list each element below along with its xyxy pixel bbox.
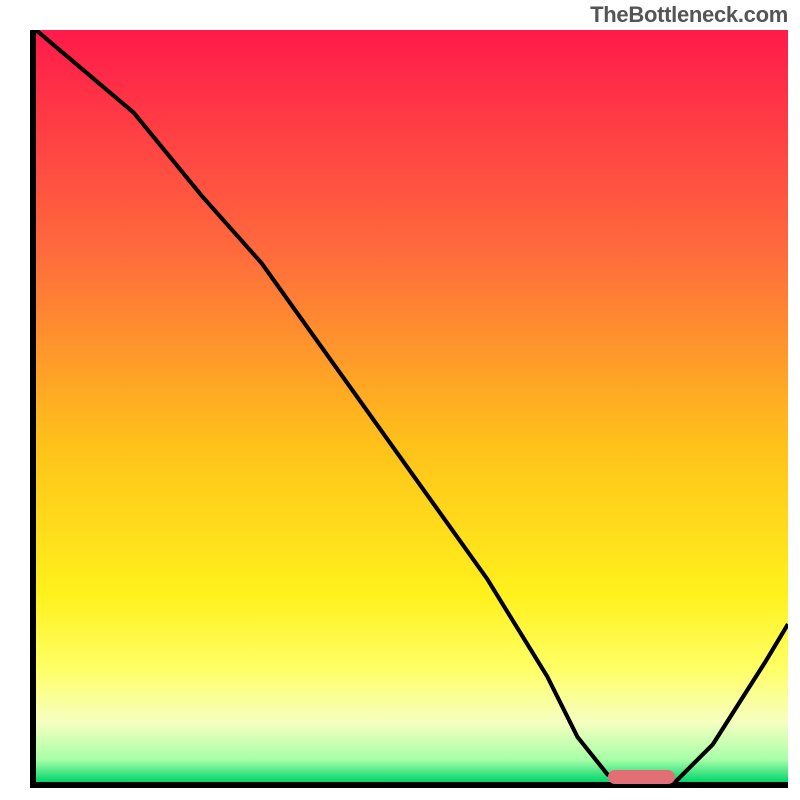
chart-frame: TheBottleneck.com <box>0 0 800 800</box>
plot-axes <box>30 30 788 788</box>
optimal-marker <box>608 770 676 784</box>
curve-line <box>36 30 788 782</box>
attribution-text: TheBottleneck.com <box>590 2 788 28</box>
plot-area <box>36 30 788 782</box>
